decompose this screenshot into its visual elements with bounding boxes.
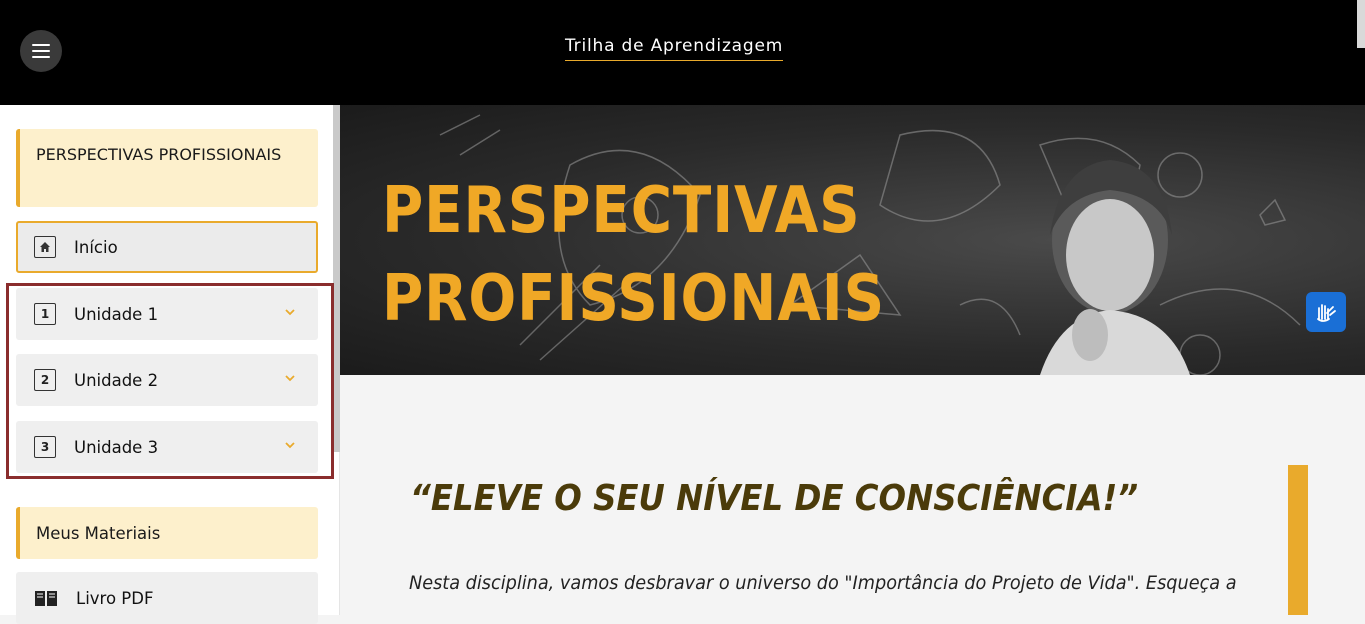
hamburger-menu-button[interactable] [20, 30, 62, 72]
banner-title-line-1: PERSPECTIVAS [382, 174, 861, 248]
chevron-down-icon[interactable] [284, 372, 296, 384]
unit-number-badge: 3 [34, 436, 56, 458]
sidebar-item-label: Unidade 3 [74, 437, 159, 457]
sidebar-item-label: Unidade 1 [74, 304, 159, 324]
hands-icon [1317, 304, 1336, 322]
quote-heading: “ELEVE O SEU NÍVEL DE CONSCIÊNCIA!” [410, 478, 1139, 519]
intro-paragraph: Nesta disciplina, vamos desbravar o univ… [409, 572, 1237, 594]
sidebar-item-label: Livro PDF [76, 588, 154, 608]
sidebar-scrollbar[interactable] [333, 105, 340, 452]
sidebar-item-unit-1[interactable]: 1 Unidade 1 [16, 288, 318, 340]
banner-title: PERSPECTIVAS PROFISSIONAIS [382, 167, 885, 343]
course-banner: PERSPECTIVAS PROFISSIONAIS [340, 105, 1365, 375]
book-icon [34, 588, 58, 608]
chevron-down-icon[interactable] [284, 439, 296, 451]
sidebar-item-home[interactable]: Início [16, 221, 318, 273]
sidebar-item-pdf-book[interactable]: Livro PDF [16, 572, 318, 624]
materials-heading: Meus Materiais [16, 507, 318, 559]
page-title[interactable]: Trilha de Aprendizagem [565, 36, 784, 61]
chevron-down-icon[interactable] [284, 306, 296, 318]
sidebar-item-unit-3[interactable]: 3 Unidade 3 [16, 421, 318, 473]
unit-number-badge: 1 [34, 303, 56, 325]
accent-bar [1288, 465, 1308, 615]
page-scrollbar[interactable] [1357, 0, 1365, 48]
top-bar: Trilha de Aprendizagem [0, 0, 1365, 105]
hamburger-menu-icon [32, 44, 50, 58]
sidebar: PERSPECTIVAS PROFISSIONAIS Início 1 Unid… [0, 105, 340, 624]
home-icon [34, 236, 56, 258]
unit-number-badge: 2 [34, 369, 56, 391]
sidebar-item-unit-2[interactable]: 2 Unidade 2 [16, 354, 318, 406]
banner-title-line-2: PROFISSIONAIS [382, 262, 886, 336]
sidebar-item-label: Unidade 2 [74, 370, 159, 390]
course-title: PERSPECTIVAS PROFISSIONAIS [16, 129, 318, 207]
student-photo [1040, 160, 1190, 375]
sidebar-item-label: Início [74, 237, 118, 257]
sign-language-accessibility-button[interactable] [1306, 292, 1346, 332]
